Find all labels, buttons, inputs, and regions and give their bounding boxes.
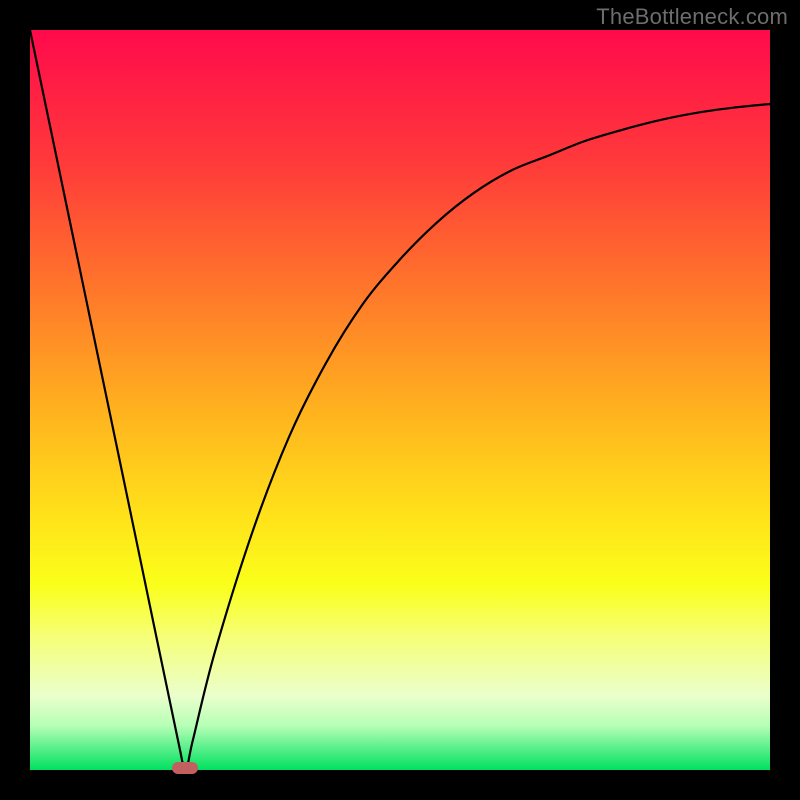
plot-area bbox=[30, 30, 770, 770]
minimum-marker bbox=[172, 762, 198, 774]
curve-path bbox=[30, 30, 770, 770]
chart-frame: TheBottleneck.com bbox=[0, 0, 800, 800]
watermark-text: TheBottleneck.com bbox=[596, 4, 788, 30]
bottleneck-curve bbox=[30, 30, 770, 770]
